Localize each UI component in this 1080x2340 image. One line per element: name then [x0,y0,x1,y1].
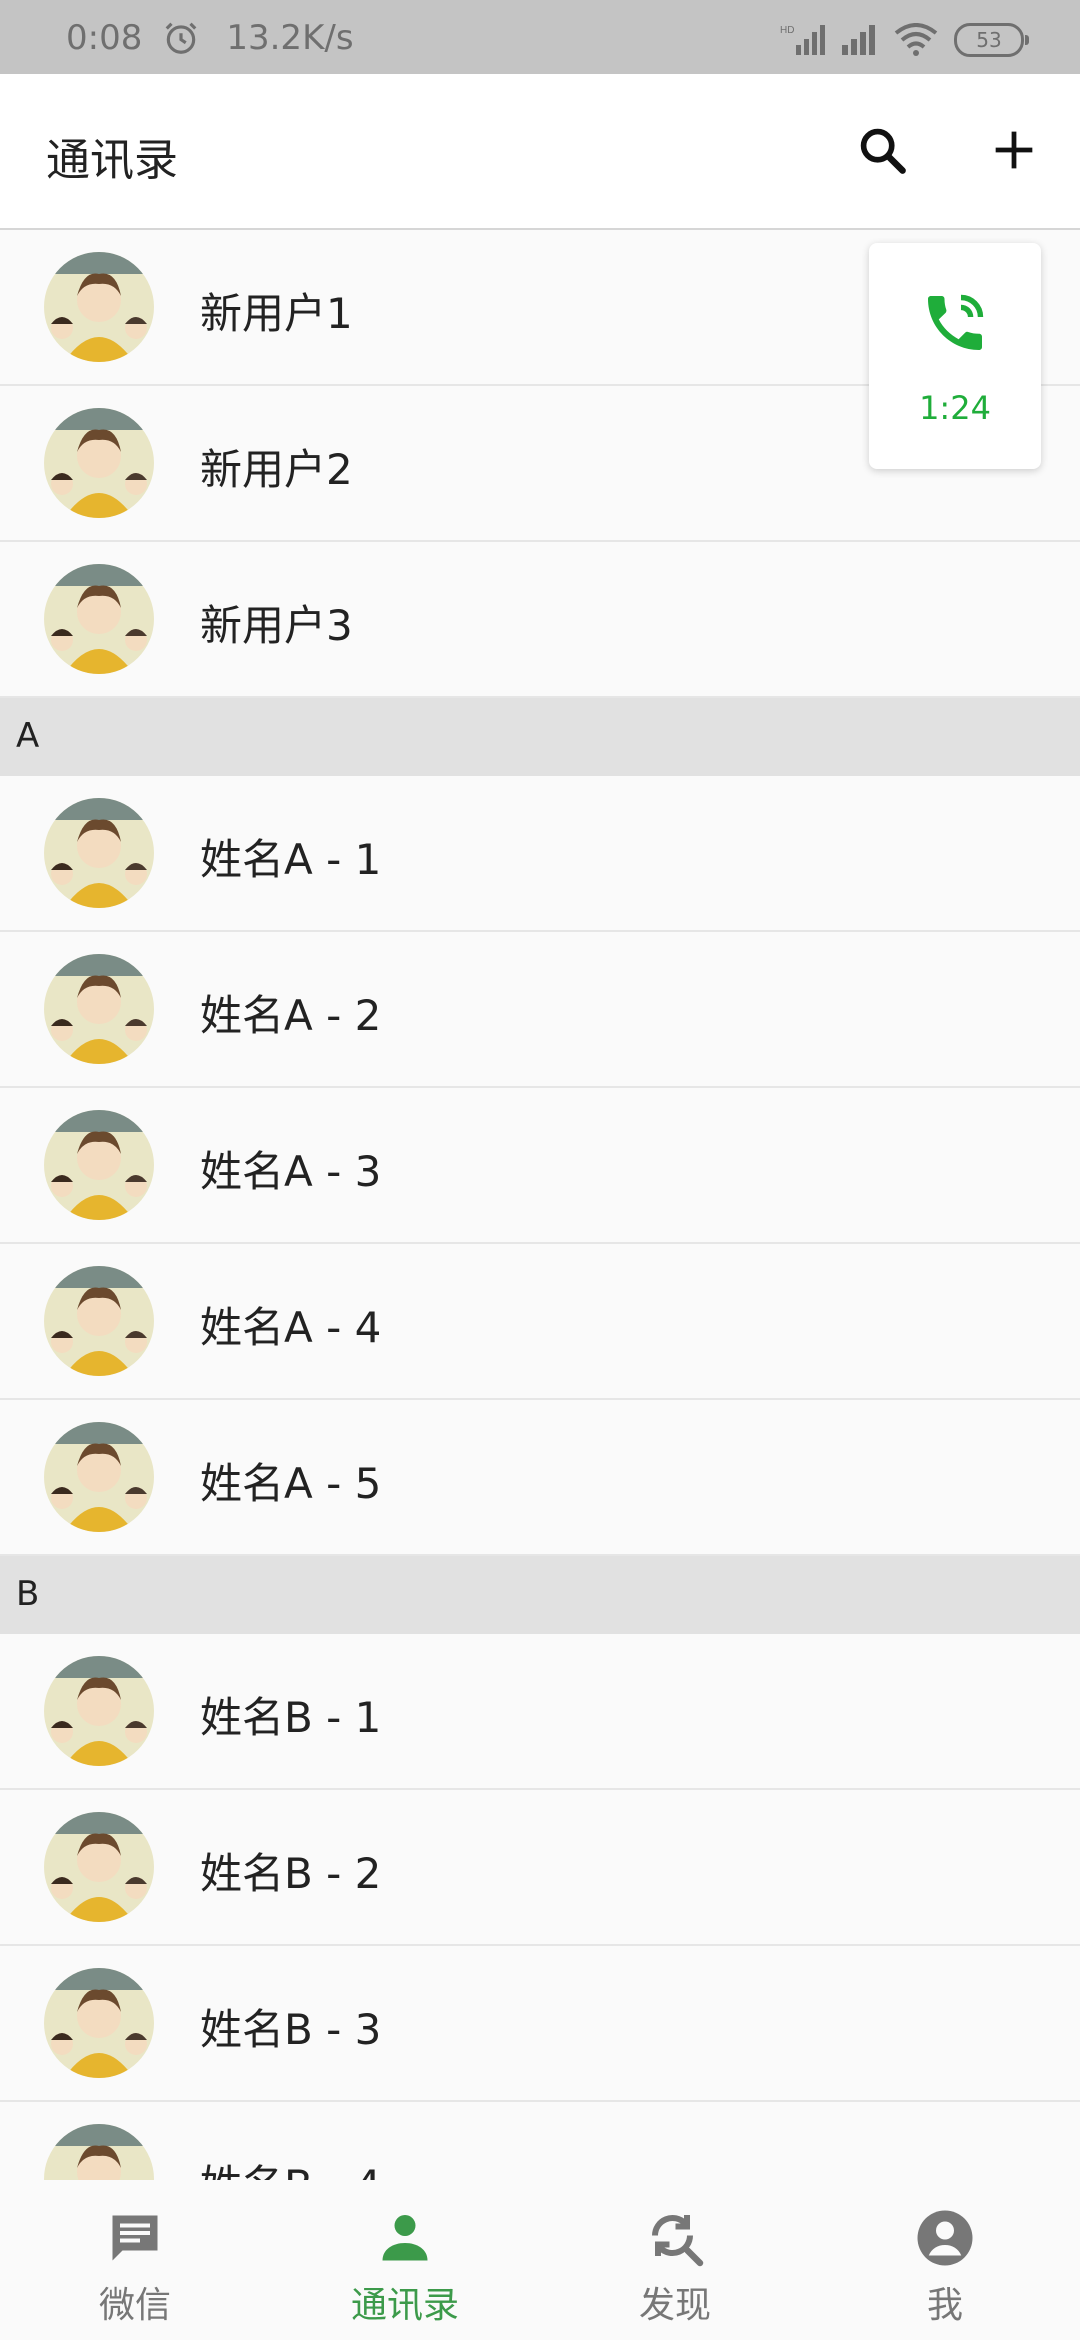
contact-name: 姓名B - 1 [200,1693,382,1742]
contact-row[interactable]: 姓名B - 2 [0,1790,1080,1946]
contact-name: 姓名A - 4 [200,1303,382,1352]
status-time: 0:08 [66,18,143,58]
bottom-navigation: 微信 通讯录 发现 我 [0,2180,1080,2340]
add-icon [995,131,1033,169]
contact-name: 姓名B - 2 [200,1849,382,1898]
section-letter: B [16,1574,40,1614]
contact-name: 新用户1 [200,289,353,338]
contact-name: 新用户2 [200,445,353,494]
avatar-image [44,1812,154,1922]
nav-item-chats[interactable]: 微信 [0,2180,270,2340]
nav-item-contacts[interactable]: 通讯录 [270,2180,540,2340]
avatar-image [44,1656,154,1766]
avatar [44,1656,154,1766]
contact-row[interactable]: 姓名B - 1 [0,1634,1080,1790]
app-bar: 通讯录 [0,74,1080,230]
avatar [44,252,154,362]
contact-list: 新用户1 新用户2 新用户3 A 姓名A - 1 姓名A - 2 姓名A - 3… [0,230,1080,2258]
network-speed: 13.2K/s [226,18,354,58]
profile-icon [917,2210,973,2266]
battery-icon: 53 [954,23,1029,57]
alarm-icon [165,22,197,54]
status-bar-right: HD 53 [766,20,1029,60]
section-letter: A [16,716,40,756]
contact-name: 姓名A - 2 [200,991,382,1040]
contact-row[interactable]: 新用户3 [0,542,1080,698]
battery-level: 53 [976,28,1002,52]
status-bar-left: 0:08 13.2K/s [66,18,354,58]
call-duration: 1:24 [919,389,991,427]
avatar-image [44,1110,154,1220]
contact-name: 姓名A - 5 [200,1459,382,1508]
avatar [44,1266,154,1376]
nav-item-me[interactable]: 我 [810,2180,1080,2340]
avatar-image [44,564,154,674]
contact-name: 姓名A - 1 [200,835,382,884]
search-button[interactable] [850,118,914,182]
avatar-image [44,408,154,518]
avatar [44,1812,154,1922]
contact-row[interactable]: 姓名A - 3 [0,1088,1080,1244]
avatar-image [44,252,154,362]
avatar [44,408,154,518]
contact-row[interactable]: 姓名A - 4 [0,1244,1080,1400]
contact-row[interactable]: 姓名A - 2 [0,932,1080,1088]
nav-label: 发现 [638,2285,711,2326]
call-floating-widget[interactable]: 1:24 [869,243,1041,469]
contact-name: 姓名A - 3 [200,1147,382,1196]
wifi-icon [894,23,938,56]
contact-row[interactable]: 姓名B - 3 [0,1946,1080,2102]
phone-call-icon [928,294,984,350]
avatar-image [44,954,154,1064]
avatar-image [44,1266,154,1376]
contact-row[interactable]: 姓名A - 1 [0,776,1080,932]
add-button[interactable] [982,118,1046,182]
contact-row[interactable]: 姓名A - 5 [0,1400,1080,1556]
contact-name: 新用户3 [200,601,353,650]
chat-icon [112,2215,158,2261]
hd-signal-icon: HD [780,25,825,55]
search-icon [860,128,906,174]
section-header-a: A [0,698,1080,776]
nav-label: 我 [926,2285,963,2326]
nav-label: 微信 [98,2285,171,2326]
avatar [44,1422,154,1532]
page-title: 通讯录 [46,135,178,186]
nav-item-discover[interactable]: 发现 [540,2180,810,2340]
nav-label: 通讯录 [350,2285,459,2326]
avatar [44,798,154,908]
contact-name: 姓名B - 3 [200,2005,382,2054]
contacts-icon [382,2215,428,2261]
svg-text:HD: HD [780,25,794,36]
avatar [44,1968,154,2078]
signal-icon [842,25,875,55]
avatar-image [44,798,154,908]
avatar-image [44,1968,154,2078]
avatar [44,954,154,1064]
avatar [44,1110,154,1220]
status-bar: 0:08 13.2K/s HD 53 [0,0,1080,74]
avatar-image [44,1422,154,1532]
discover-icon [652,2215,704,2267]
avatar [44,564,154,674]
section-header-b: B [0,1556,1080,1634]
